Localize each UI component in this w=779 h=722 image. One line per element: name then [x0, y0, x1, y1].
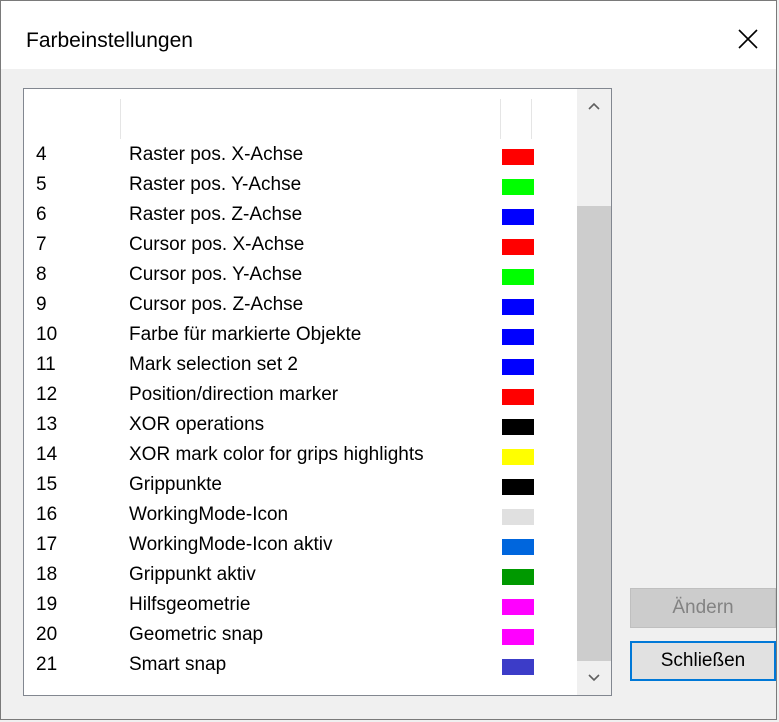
color-swatch[interactable] [502, 389, 534, 405]
color-swatch[interactable] [502, 149, 534, 165]
color-index: 13 [36, 414, 58, 435]
color-swatch[interactable] [502, 239, 534, 255]
color-name: Farbe für markierte Objekte [129, 324, 362, 345]
color-name: Mark selection set 2 [129, 354, 298, 375]
column-divider[interactable] [120, 99, 121, 139]
column-divider[interactable] [500, 99, 501, 139]
close-button[interactable] [730, 21, 766, 57]
color-swatch[interactable] [502, 179, 534, 195]
color-name: Position/direction marker [129, 384, 339, 405]
list-header [24, 89, 577, 139]
dialog-title: Farbeinstellungen [26, 29, 193, 52]
color-name: XOR mark color for grips highlights [129, 444, 424, 465]
list-item[interactable]: 20 Geometric snap [24, 620, 577, 650]
color-index: 15 [36, 474, 58, 495]
list-item[interactable]: 13 XOR operations [24, 410, 577, 440]
list-item[interactable]: 8 Cursor pos. Y-Achse [24, 260, 577, 290]
color-name: Raster pos. X-Achse [129, 144, 304, 165]
color-index: 18 [36, 564, 58, 585]
color-index: 21 [36, 654, 58, 675]
color-name: Raster pos. Z-Achse [129, 204, 303, 225]
title-bar: Farbeinstellungen [1, 1, 776, 69]
color-index: 19 [36, 594, 58, 615]
list-item[interactable]: 10 Farbe für markierte Objekte [24, 320, 577, 350]
list-item[interactable]: 6 Raster pos. Z-Achse [24, 200, 577, 230]
color-index: 6 [36, 204, 47, 225]
color-name: WorkingMode-Icon [129, 504, 289, 525]
color-name: XOR operations [129, 414, 265, 435]
color-index: 4 [36, 144, 47, 165]
list-item[interactable]: 16 WorkingMode-Icon [24, 500, 577, 530]
list-item[interactable]: 19 Hilfsgeometrie [24, 590, 577, 620]
color-index: 17 [36, 534, 58, 555]
scroll-down-button[interactable] [577, 661, 611, 695]
color-name: Geometric snap [129, 624, 264, 645]
color-swatch[interactable] [502, 419, 534, 435]
color-swatch[interactable] [502, 659, 534, 675]
color-index: 14 [36, 444, 58, 465]
color-swatch[interactable] [502, 359, 534, 375]
color-list[interactable]: 4 Raster pos. X-Achse 5 Raster pos. Y-Achse… [23, 88, 612, 696]
color-name: Hilfsgeometrie [129, 594, 251, 615]
list-item[interactable]: 21 Smart snap [24, 650, 577, 680]
color-name: Grippunkt aktiv [129, 564, 256, 585]
close-dialog-button[interactable]: Schließen [630, 641, 776, 681]
color-swatch[interactable] [502, 269, 534, 285]
color-swatch[interactable] [502, 479, 534, 495]
color-name: Raster pos. Y-Achse [129, 174, 302, 195]
list-item[interactable]: 17 WorkingMode-Icon aktiv [24, 530, 577, 560]
list-item[interactable]: 7 Cursor pos. X-Achse [24, 230, 577, 260]
color-index: 5 [36, 174, 47, 195]
color-index: 9 [36, 294, 47, 315]
list-item[interactable]: 12 Position/direction marker [24, 380, 577, 410]
color-index: 20 [36, 624, 58, 645]
list-item[interactable]: 11 Mark selection set 2 [24, 350, 577, 380]
color-index: 16 [36, 504, 58, 525]
color-swatch[interactable] [502, 569, 534, 585]
list-item[interactable]: 9 Cursor pos. Z-Achse [24, 290, 577, 320]
color-swatch[interactable] [502, 329, 534, 345]
color-name: Cursor pos. X-Achse [129, 234, 305, 255]
color-index: 8 [36, 264, 47, 285]
list-item[interactable]: 15 Grippunkte [24, 470, 577, 500]
color-swatch[interactable] [502, 509, 534, 525]
color-swatch[interactable] [502, 299, 534, 315]
color-swatch[interactable] [502, 629, 534, 645]
color-name: Cursor pos. Y-Achse [129, 264, 303, 285]
list-item[interactable]: 18 Grippunkt aktiv [24, 560, 577, 590]
color-name: Smart snap [129, 654, 227, 675]
scroll-thumb[interactable] [577, 206, 611, 661]
color-name: Cursor pos. Z-Achse [129, 294, 304, 315]
color-index: 11 [36, 354, 56, 375]
list-item[interactable]: 5 Raster pos. Y-Achse [24, 170, 577, 200]
close-icon [738, 29, 758, 49]
color-swatch[interactable] [502, 449, 534, 465]
color-name: WorkingMode-Icon aktiv [129, 534, 333, 555]
color-index: 10 [36, 324, 58, 345]
color-swatch[interactable] [502, 599, 534, 615]
change-button[interactable]: Ändern [630, 588, 776, 628]
list-item[interactable]: 4 Raster pos. X-Achse [24, 140, 577, 170]
color-index: 7 [36, 234, 47, 255]
chevron-up-icon [588, 102, 600, 110]
color-index: 12 [36, 384, 58, 405]
list-item[interactable]: 14 XOR mark color for grips highlights [24, 440, 577, 470]
color-settings-dialog: Farbeinstellungen 4 Raster pos. X-Achse 5 R… [0, 0, 777, 720]
color-swatch[interactable] [502, 539, 534, 555]
color-swatch[interactable] [502, 209, 534, 225]
column-divider[interactable] [531, 99, 532, 139]
chevron-down-icon [588, 674, 600, 682]
scroll-up-button[interactable] [577, 89, 611, 123]
vertical-scrollbar[interactable] [577, 89, 611, 695]
color-name: Grippunkte [129, 474, 222, 495]
